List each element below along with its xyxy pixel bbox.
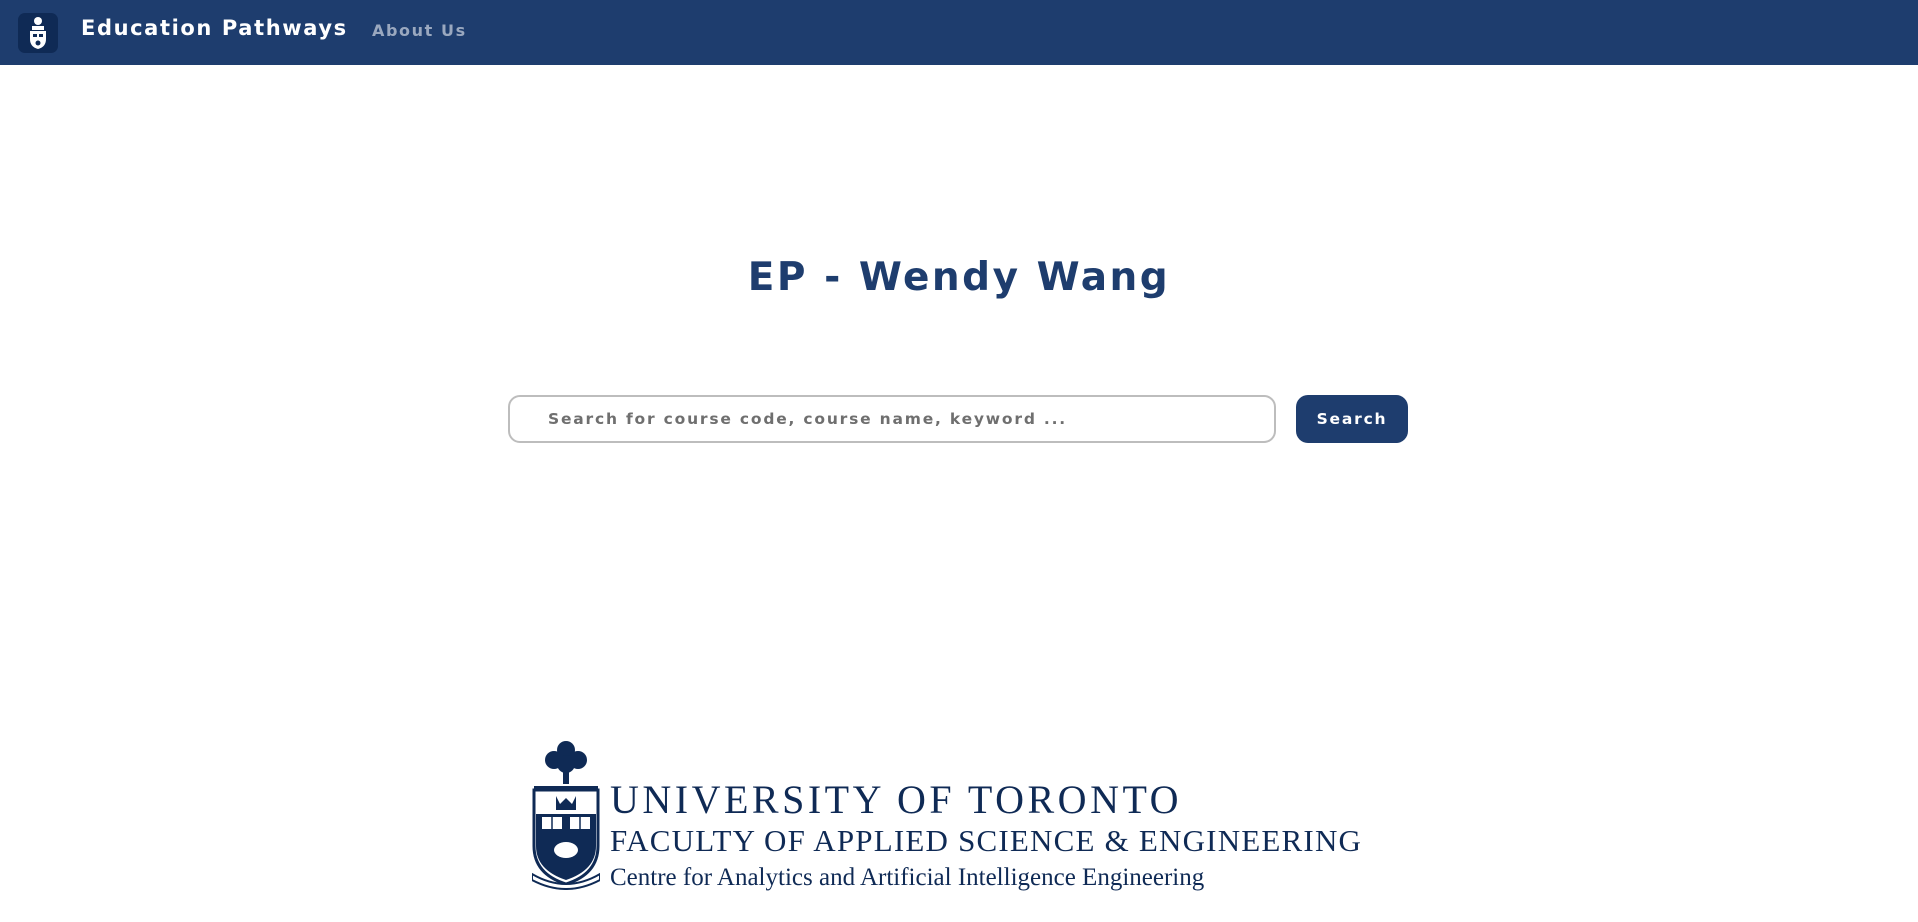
logo-faculty-name: FACULTY OF APPLIED SCIENCE & ENGINEERING (610, 823, 1363, 858)
nav-link-about-us[interactable]: About Us (372, 21, 467, 40)
search-button[interactable]: Search (1296, 395, 1408, 443)
nav-brand-link[interactable]: Education Pathways (81, 16, 348, 40)
logo-university-name: UNIVERSITY OF TORONTO (610, 777, 1183, 822)
page-title: EP - Wendy Wang (747, 255, 1171, 300)
logo-centre-name: Centre for Analytics and Artificial Inte… (610, 864, 1205, 891)
university-crest-icon[interactable] (18, 13, 58, 53)
search-input[interactable] (508, 395, 1276, 443)
uoft-logo: UNIVERSITY OF TORONTO FACULTY OF APPLIED… (531, 738, 1417, 898)
top-navbar: Education Pathways About Us (0, 0, 1918, 65)
university-crest-icon (531, 738, 601, 890)
